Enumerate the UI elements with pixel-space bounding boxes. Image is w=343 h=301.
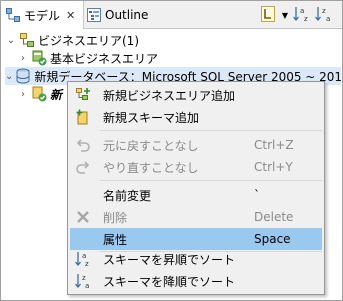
tree-item-label: ビジネスエリア(1)	[38, 33, 139, 48]
schema-icon	[31, 86, 47, 102]
outline-icon	[87, 7, 101, 22]
menu-item-label: 属性	[103, 232, 128, 247]
menu-item-label: スキーマを昇順でソート	[103, 252, 236, 267]
menu-item-label: やり直すことなし	[103, 160, 199, 175]
expanded-chevron-icon[interactable]: ⌄	[5, 35, 17, 46]
svg-text:z: z	[322, 7, 326, 15]
sort-ascending-button[interactable]: a z	[292, 5, 312, 25]
menu-item-properties[interactable]: 属性 Space	[70, 228, 322, 250]
add-schema-icon	[75, 109, 91, 125]
menu-item-sort-schema-descending[interactable]: z a スキーマを降順でソート	[70, 270, 322, 292]
menu-item-label: 新規スキーマ追加	[103, 110, 200, 125]
business-area-folder-icon	[19, 32, 35, 48]
svg-text:z: z	[82, 274, 86, 282]
add-business-area-icon	[75, 87, 91, 103]
sort-ascending-icon: a z	[75, 251, 91, 268]
svg-text:z: z	[304, 15, 308, 22]
chevron-down-icon[interactable]: ▼	[280, 5, 290, 25]
business-area-icon	[31, 50, 47, 66]
menu-item-label: 新規ビジネスエリア追加	[103, 88, 236, 103]
menu-separator	[100, 180, 322, 181]
sort-descending-button[interactable]: z a	[314, 5, 334, 25]
svg-text:a: a	[326, 15, 330, 22]
menu-item-rename[interactable]: 名前変更 `	[70, 184, 322, 206]
menu-item-shortcut: Space	[254, 232, 291, 246]
expanded-chevron-icon[interactable]: ⌄	[5, 71, 13, 82]
collapsed-chevron-icon[interactable]: ›	[17, 89, 29, 100]
display-mode-button[interactable]	[258, 5, 278, 25]
model-view-icon	[6, 8, 20, 22]
undo-icon	[75, 137, 91, 153]
tab-bar: モデル ✕ Outline ▼ a z z a	[1, 1, 342, 29]
tab-outline[interactable]: Outline	[87, 1, 177, 28]
sort-descending-icon: z a	[75, 273, 91, 290]
tab-outline-label: Outline	[105, 7, 149, 22]
redo-icon	[75, 159, 91, 175]
menu-item-shortcut: `	[254, 188, 260, 202]
menu-item-add-schema[interactable]: 新規スキーマ追加	[70, 106, 322, 128]
delete-icon	[75, 209, 91, 225]
svg-text:a: a	[300, 7, 304, 15]
menu-item-delete[interactable]: 削除 Delete	[70, 206, 322, 228]
svg-text:a: a	[85, 282, 89, 289]
context-menu: 新規ビジネスエリア追加 新規スキーマ追加 元に戻すことなし Ctrl+Z やり直…	[67, 81, 325, 295]
tree-item-label: 基本ビジネスエリア	[50, 51, 159, 66]
menu-item-label: スキーマを降順でソート	[103, 274, 236, 289]
close-icon[interactable]: ✕	[66, 9, 75, 22]
tree-item-basic-business-area[interactable]: › 基本ビジネスエリア	[17, 49, 158, 67]
sort-descending-icon: z a	[315, 6, 333, 25]
menu-item-label: 元に戻すことなし	[103, 138, 199, 153]
model-view-panel: モデル ✕ Outline ▼ a z z a ⌄ ビジネスエリア(1) › 基…	[0, 0, 343, 301]
collapsed-chevron-icon[interactable]: ›	[17, 53, 29, 64]
menu-item-sort-schema-ascending[interactable]: a z スキーマを昇順でソート	[70, 248, 322, 270]
tree-item-business-area-root[interactable]: ⌄ ビジネスエリア(1)	[5, 31, 139, 49]
menu-separator	[100, 130, 322, 131]
display-mode-icon	[261, 5, 275, 25]
tab-model[interactable]: モデル ✕	[1, 1, 84, 29]
menu-item-shortcut: Ctrl+Z	[254, 138, 294, 152]
svg-text:a: a	[82, 252, 86, 260]
menu-item-shortcut: Delete	[254, 210, 294, 224]
menu-item-undo[interactable]: 元に戻すことなし Ctrl+Z	[70, 134, 322, 156]
tab-model-label: モデル	[24, 8, 61, 23]
menu-item-redo[interactable]: やり直すことなし Ctrl+Y	[70, 156, 322, 178]
sort-ascending-icon: a z	[293, 6, 311, 25]
view-toolbar: ▼ a z z a	[258, 5, 334, 25]
database-icon	[15, 68, 31, 84]
svg-text:z: z	[85, 260, 89, 267]
menu-item-label: 名前変更	[103, 188, 152, 203]
menu-item-add-business-area[interactable]: 新規ビジネスエリア追加	[70, 84, 322, 106]
tree-item-schema[interactable]: › 新	[17, 85, 62, 103]
menu-item-shortcut: Ctrl+Y	[254, 160, 293, 174]
menu-item-label: 削除	[103, 210, 128, 225]
tree-item-label: 新	[50, 87, 63, 102]
